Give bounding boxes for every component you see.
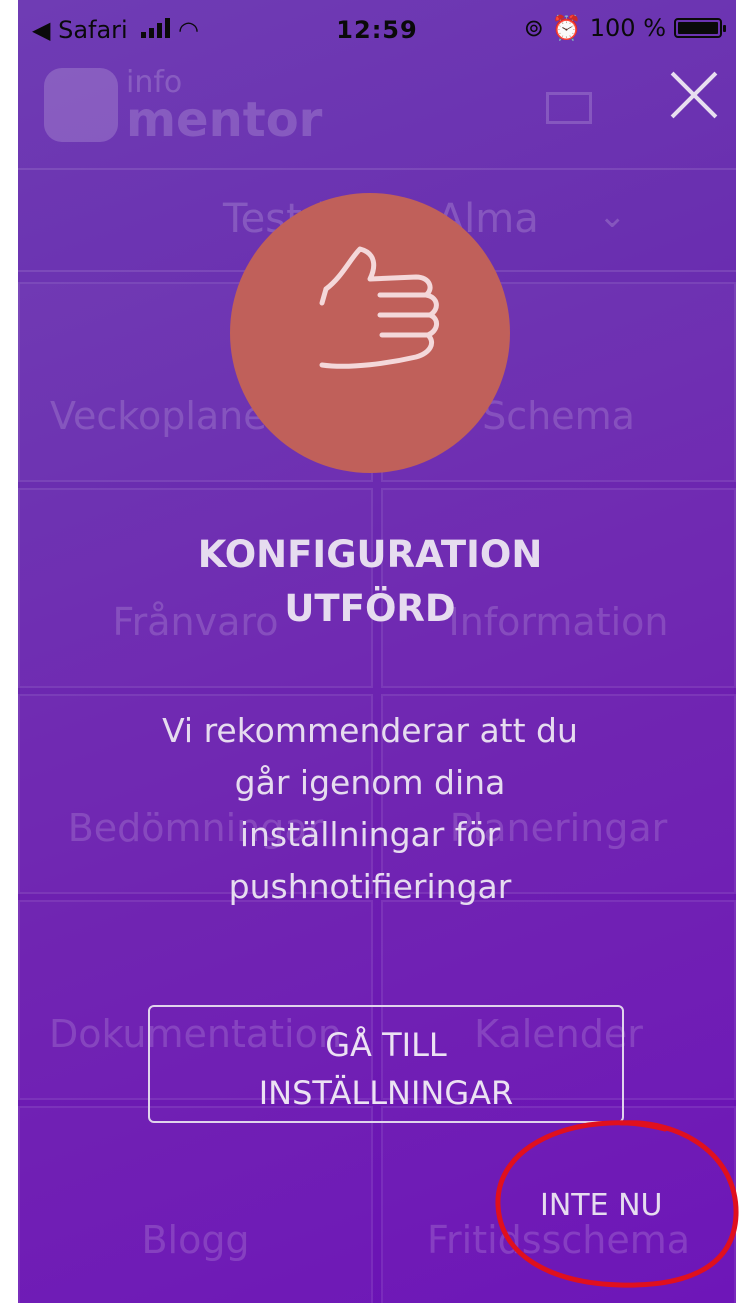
message-line: inställningar för — [239, 815, 501, 854]
alarm-icon: ⏰ — [551, 14, 582, 42]
rotation-lock-icon: ⊚ — [523, 14, 544, 42]
not-now-button[interactable]: INTE NU — [540, 1188, 663, 1223]
modal-title: KONFIGURATION UTFÖRD — [0, 528, 740, 636]
tile-label: Fritidsschema — [426, 1218, 691, 1262]
message-line: pushnotifieringar — [228, 867, 512, 906]
battery-icon — [674, 18, 726, 38]
logo-mentor-text: mentor — [126, 92, 323, 148]
message-line: går igenom dina — [234, 763, 506, 802]
chevron-down-icon: ⌄ — [598, 196, 627, 236]
tile-blogg: Blogg — [18, 1106, 373, 1303]
tile-label: Blogg — [141, 1218, 250, 1262]
infomentor-logo: info mentor — [44, 68, 323, 148]
mail-icon — [546, 92, 592, 124]
settings-button-line-2: INSTÄLLNINGAR — [258, 1073, 514, 1112]
go-to-settings-button[interactable]: GÅ TILL INSTÄLLNINGAR — [148, 1005, 624, 1123]
status-bar: ◀ Safari ◠ 12:59 ⊚ ⏰ 100 % — [18, 0, 736, 60]
battery-percent: 100 % — [589, 14, 666, 42]
title-line-2: UTFÖRD — [284, 587, 456, 630]
status-right: ⊚ ⏰ 100 % — [523, 14, 726, 42]
close-icon[interactable] — [666, 68, 720, 122]
modal-message: Vi rekommenderar att du går igenom dina … — [0, 705, 740, 913]
thumbs-up-icon — [230, 193, 510, 473]
logo-mark — [44, 68, 118, 142]
settings-button-line-1: GÅ TILL — [325, 1025, 447, 1064]
title-line-1: KONFIGURATION — [197, 533, 543, 576]
message-line: Vi rekommenderar att du — [162, 711, 578, 750]
